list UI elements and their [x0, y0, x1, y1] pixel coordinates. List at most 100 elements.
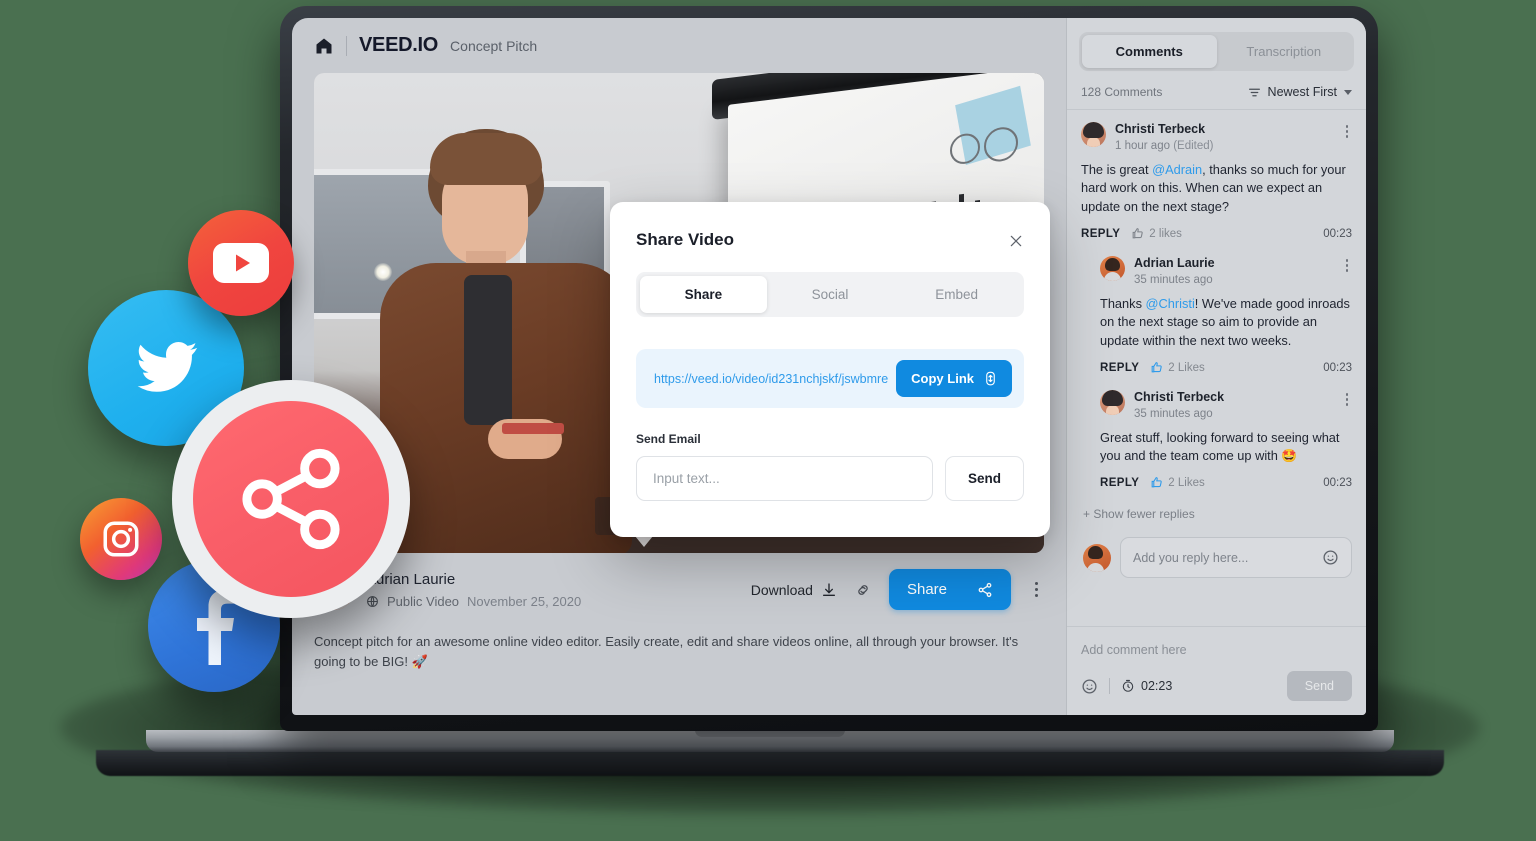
comment-like-count: 2 Likes [1168, 476, 1205, 489]
instagram-bubble[interactable] [80, 498, 162, 580]
timer-icon [1121, 679, 1135, 693]
laptop-base [146, 730, 1394, 752]
avatar[interactable] [1100, 256, 1125, 282]
globe-icon [366, 595, 379, 608]
project-title: Concept Pitch [450, 37, 538, 54]
comment-mention[interactable]: @Adrain [1152, 162, 1202, 177]
share-button-label: Share [906, 581, 947, 598]
download-button[interactable]: Download [751, 582, 837, 598]
comment-like-button[interactable]: 2 Likes [1150, 476, 1205, 489]
comment-options-button[interactable] [1342, 122, 1353, 141]
share-video-modal: Share Video Share Social Embed https://v… [610, 202, 1050, 537]
download-icon [821, 582, 837, 598]
laptop-foot [96, 750, 1444, 776]
tab-comments[interactable]: Comments [1082, 35, 1217, 68]
comments-panel: Comments Transcription 128 Comments Newe… [1066, 18, 1366, 715]
topbar-divider [346, 35, 347, 56]
comments-count-row: 128 Comments Newest First [1067, 71, 1366, 110]
share-button[interactable]: Share [888, 569, 1011, 610]
comment-reply-button[interactable]: REPLY [1100, 477, 1139, 489]
screenshot-stage: VEED.IO Concept Pitch Adrian Laurie Publ… [0, 0, 1536, 841]
share-bubble-inner [193, 401, 389, 597]
comment-mention[interactable]: @Christi [1146, 296, 1195, 311]
more-options-button[interactable] [1029, 578, 1044, 601]
youtube-icon [213, 243, 269, 283]
comment-timestamp[interactable]: 00:23 [1323, 362, 1352, 374]
tab-share[interactable]: Share [640, 276, 767, 313]
composer-timestamp-button[interactable]: 02:23 [1121, 679, 1172, 693]
comment-body: The is great @Adrain, thanks so much for… [1081, 161, 1352, 217]
sort-label: Newest First [1267, 85, 1337, 99]
send-email-label: Send Email [636, 432, 701, 446]
send-email-row: Send [636, 456, 1024, 501]
comment-edited-flag: (Edited) [1173, 139, 1214, 152]
download-label: Download [750, 581, 813, 598]
comment-timestamp[interactable]: 00:23 [1323, 228, 1352, 240]
avatar[interactable] [1081, 122, 1106, 147]
thumbs-up-icon [1131, 227, 1144, 240]
video-date: November 25, 2020 [467, 593, 582, 609]
share-icon [977, 582, 993, 598]
comment-author: Christi Terbeck [1115, 122, 1206, 136]
comment-options-button[interactable] [1342, 390, 1353, 409]
comment-body-pre: Thanks [1100, 295, 1146, 311]
comment-timeago: 1 hour ago [1115, 139, 1170, 152]
email-input[interactable] [636, 456, 933, 501]
share-bubble[interactable] [172, 380, 410, 618]
comment-like-button[interactable]: 2 likes [1131, 227, 1182, 240]
composer-divider [1109, 678, 1110, 694]
comment-time: 1 hour ago (Edited) [1115, 140, 1333, 152]
brand-logo[interactable]: VEED.IO [359, 34, 438, 57]
composer-timestamp: 02:23 [1141, 679, 1173, 693]
modal-header: Share Video [636, 202, 1024, 250]
emoji-icon[interactable] [1322, 549, 1339, 566]
comment-timeago: 35 minutes ago [1134, 273, 1213, 286]
chevron-down-icon [1344, 89, 1352, 95]
comment-body: Great stuff, looking forward to seeing w… [1100, 429, 1340, 464]
comment-timeago: 35 minutes ago [1134, 407, 1213, 420]
youtube-bubble[interactable] [188, 210, 294, 316]
share-link-row: https://veed.io/video/id231nchjskf/jswbm… [636, 349, 1024, 408]
copy-link-icon-button[interactable] [855, 582, 871, 598]
avatar[interactable] [1083, 543, 1111, 572]
comment-reply-button[interactable]: REPLY [1081, 228, 1120, 240]
emoji-icon[interactable] [1081, 678, 1098, 695]
share-link-url[interactable]: https://veed.io/video/id231nchjskf/jswbm… [654, 372, 888, 386]
show-fewer-replies-button[interactable]: + Show fewer replies [1081, 505, 1352, 535]
copy-icon [984, 371, 997, 386]
tab-embed[interactable]: Embed [893, 276, 1020, 313]
comment-like-count: 2 likes [1149, 227, 1182, 240]
sort-icon [1248, 86, 1261, 99]
video-description: Concept pitch for an awesome online vide… [314, 634, 1019, 669]
modal-tabs: Share Social Embed [636, 272, 1024, 317]
comment-like-button[interactable]: 2 Likes [1150, 361, 1205, 374]
home-icon[interactable] [314, 36, 334, 56]
tab-transcription[interactable]: Transcription [1217, 35, 1352, 68]
comment-body: Thanks @Christi! We've made good inroads… [1100, 295, 1352, 351]
send-email-button[interactable]: Send [944, 456, 1024, 501]
comment-item: Christi Terbeck 35 minutes ago Great stu… [1081, 390, 1352, 489]
reply-input[interactable]: Add you reply here... [1120, 537, 1352, 579]
video-visibility-row: Public Video November 25, 2020 [366, 594, 581, 609]
close-icon[interactable] [1008, 230, 1024, 249]
sort-dropdown[interactable]: Newest First [1248, 85, 1352, 99]
tab-social[interactable]: Social [767, 276, 894, 313]
composer-send-button[interactable]: Send [1286, 671, 1352, 701]
reply-composer: Add you reply here... [1081, 535, 1352, 579]
comment-timestamp[interactable]: 00:23 [1323, 477, 1352, 489]
reply-placeholder: Add you reply here... [1133, 550, 1249, 565]
comment-reply-button[interactable]: REPLY [1100, 362, 1139, 374]
twitter-icon [137, 341, 198, 392]
comment-author: Adrian Laurie [1134, 256, 1215, 271]
copy-link-button[interactable]: Copy Link [896, 360, 1012, 397]
app-topbar: VEED.IO Concept Pitch [292, 18, 1066, 71]
video-visibility-label: Public Video [387, 593, 460, 609]
copy-link-label: Copy Link [911, 371, 974, 386]
comment-author: Christi Terbeck [1134, 390, 1225, 405]
instagram-icon [103, 521, 139, 557]
composer-placeholder[interactable]: Add comment here [1081, 643, 1352, 657]
thumbs-up-icon [1150, 361, 1163, 374]
avatar[interactable] [1100, 390, 1125, 416]
video-author-name: Adrian Laurie [366, 571, 456, 589]
comment-options-button[interactable] [1342, 256, 1353, 275]
